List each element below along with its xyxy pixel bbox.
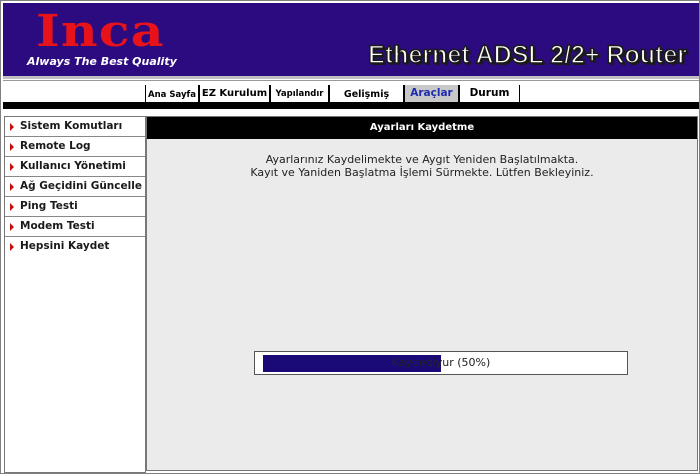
status-message-line1: Ayarlarınız Kaydelimekte ve Aygıt Yenide… (265, 153, 579, 166)
bullet-arrow-icon (10, 123, 14, 131)
header-divider (3, 76, 699, 79)
product-title: Ethernet ADSL 2/2+ Router (367, 40, 687, 70)
sidebar-item-label: Ping Testi (20, 200, 78, 212)
sidebar-item-kullanici-yonetimi[interactable]: Kullanıcı Yönetimi (5, 157, 145, 177)
bullet-arrow-icon (10, 183, 14, 191)
tab-ana-sayfa[interactable]: Ana Sayfa (145, 85, 199, 103)
status-message-line2: Kayıt ve Yaniden Başlatma İşlemi Sürmekt… (250, 166, 594, 179)
nav-black-bar (3, 102, 699, 109)
content-title: Ayarları Kaydetme (147, 117, 697, 139)
tagline: Always The Best Quality (27, 55, 177, 68)
sidebar-item-ping-testi[interactable]: Ping Testi (5, 197, 145, 217)
sidebar-item-sistem-komutlari[interactable]: Sistem Komutları (5, 117, 145, 137)
content-panel: Ayarları Kaydetme Ayarlarınız Kaydelimek… (146, 116, 698, 471)
inca-logo: Inca (36, 6, 165, 57)
bullet-arrow-icon (10, 223, 14, 231)
bullet-arrow-icon (10, 163, 14, 171)
sidebar-item-ag-gecidini-guncelle[interactable]: Ağ Geçidini Güncelle (5, 177, 145, 197)
sidebar-item-label: Remote Log (20, 140, 91, 152)
save-progress-bar: Kaydediyur (50%) (254, 351, 628, 375)
bullet-arrow-icon (10, 203, 14, 211)
tab-araclar[interactable]: Araçlar (404, 85, 459, 103)
tab-durum[interactable]: Durum (459, 85, 520, 103)
sidebar-item-hepsini-kaydet[interactable]: Hepsini Kaydet (5, 237, 145, 257)
bullet-arrow-icon (10, 243, 14, 251)
sidebar-item-label: Modem Testi (20, 220, 95, 232)
tab-gelismis[interactable]: Gelişmiş (329, 85, 404, 103)
tab-ez-kurulum[interactable]: EZ Kurulum (199, 85, 270, 103)
sidebar-item-modem-testi[interactable]: Modem Testi (5, 217, 145, 237)
sidebar-item-remote-log[interactable]: Remote Log (5, 137, 145, 157)
progress-label: Kaydediyur (50%) (391, 356, 491, 369)
sidebar-item-label: Hepsini Kaydet (20, 240, 110, 252)
tab-yapilandir[interactable]: Yapılandır (270, 85, 329, 103)
sidebar-item-label: Ağ Geçidini Güncelle (20, 180, 142, 192)
header-banner: Inca Always The Best Quality Ethernet AD… (3, 3, 699, 76)
bullet-arrow-icon (10, 143, 14, 151)
sidebar-item-label: Kullanıcı Yönetimi (20, 160, 126, 172)
main-tab-bar: Ana Sayfa EZ Kurulum Yapılandır Gelişmiş… (3, 80, 699, 103)
sidebar-menu: Sistem Komutları Remote Log Kullanıcı Yö… (4, 116, 146, 473)
browser-page: Inca Always The Best Quality Ethernet AD… (0, 0, 700, 474)
sidebar-item-label: Sistem Komutları (20, 120, 123, 132)
